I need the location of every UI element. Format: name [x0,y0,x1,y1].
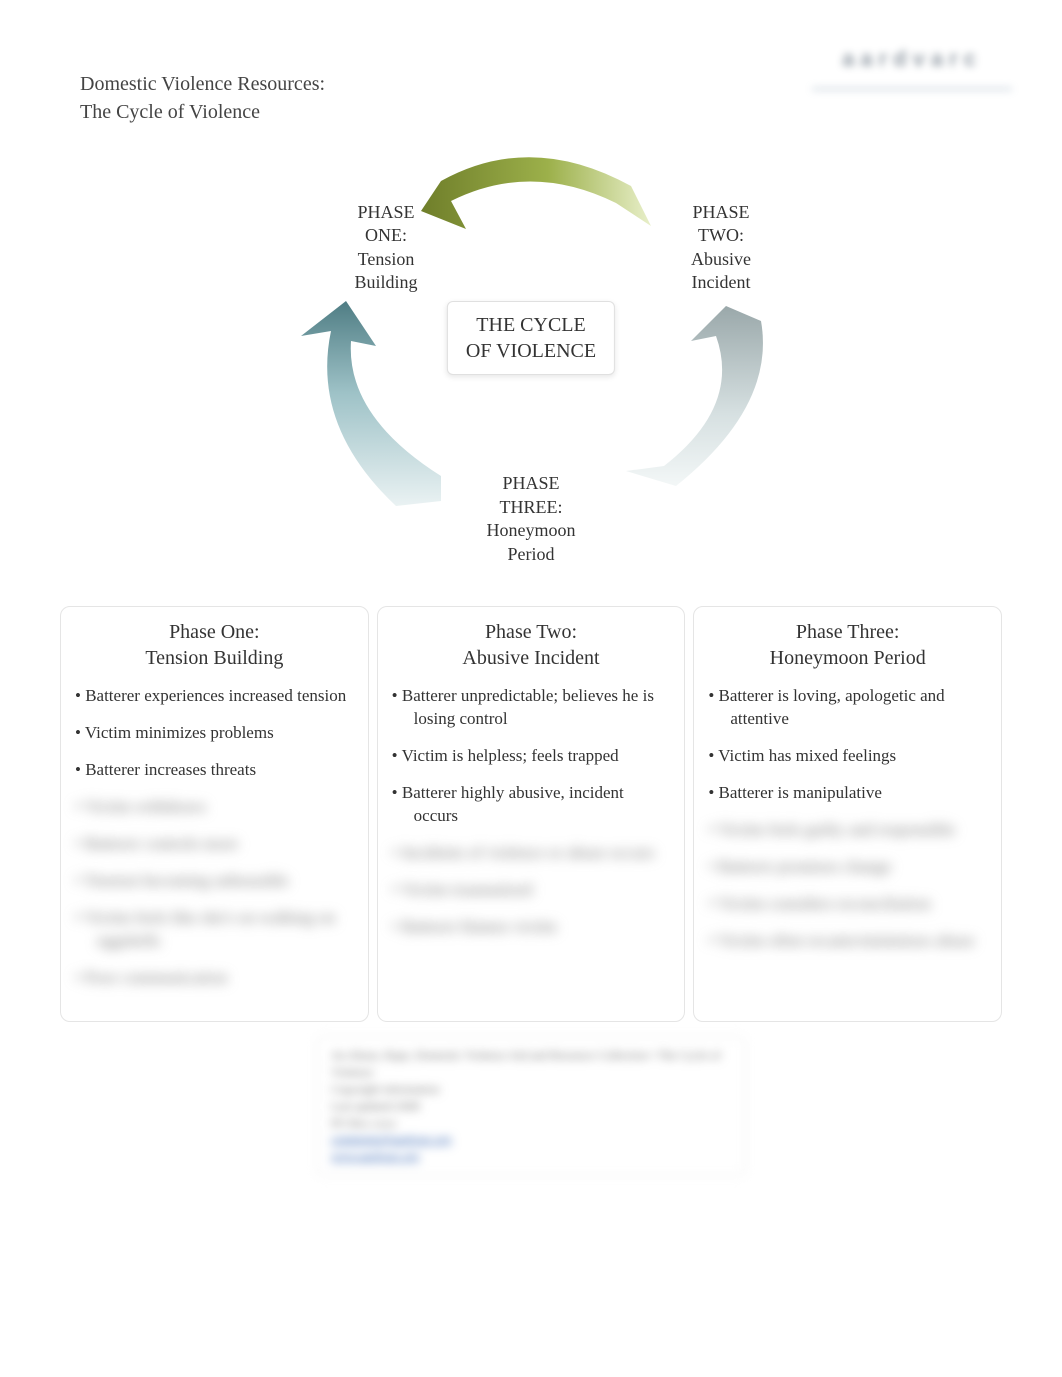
column-title: Phase Three: Honeymoon Period [708,619,987,671]
logo: aardvarc [812,30,1012,90]
cycle-center-title: THE CYCLE OF VIOLENCE [447,301,615,375]
phase-columns: Phase One: Tension Building Batterer exp… [50,606,1012,1022]
page-title: Domestic Violence Resources: The Cycle o… [50,30,325,126]
phase-three-label: PHASE THREE: Honeymoon Period [471,472,591,566]
title-line-2: The Cycle of Violence [80,98,325,126]
list-item: Batterer highly abusive, incident occurs [392,782,671,828]
column-title: Phase Two: Abusive Incident [392,619,671,671]
footer-line: PO Box xxxx [331,1115,731,1132]
column-title: Phase One: Tension Building [75,619,354,671]
list-item: Victim traumatized [392,879,671,902]
footer-attribution: An Abuse, Rape, Domestic Violence Aid an… [316,1036,746,1176]
column-phase-one: Phase One: Tension Building Batterer exp… [60,606,369,1022]
list-item: Tension becoming unbearable [75,870,354,893]
list-item: Victim has mixed feelings [708,745,987,768]
list-item: Poor communication [75,967,354,990]
list-item: Victim often recants/minimizes abuse [708,930,987,953]
cycle-diagram: PHASE ONE: Tension Building PHASE TWO: A… [181,146,881,586]
list-item: Batterer controls more [75,833,354,856]
list-item: Batterer increases threats [75,759,354,782]
list-item: Victim minimizes problems [75,722,354,745]
list-item: Batterer experiences increased tension [75,685,354,708]
list-item: Batterer is loving, apologetic and atten… [708,685,987,731]
footer-line: Last updated 2008 [331,1098,731,1115]
footer-email: comments@aardvarc.org [331,1131,731,1148]
title-line-1: Domestic Violence Resources: [80,70,325,98]
footer-line: An Abuse, Rape, Domestic Violence Aid an… [331,1047,731,1081]
list-item: Victim considers reconciliation [708,893,987,916]
column-phase-three: Phase Three: Honeymoon Period Batterer i… [693,606,1002,1022]
arrow-phase2-to-phase3 [606,296,786,506]
footer-line: Copyright information [331,1081,731,1098]
footer-url: www.aardvarc.org [331,1148,731,1165]
list-item: Batterer unpredictable; believes he is l… [392,685,671,731]
list-item: Victim is helpless; feels trapped [392,745,671,768]
phase-two-label: PHASE TWO: Abusive Incident [661,201,781,295]
phase-one-label: PHASE ONE: Tension Building [326,201,446,295]
list-item: Victim feels guilty and responsible [708,819,987,842]
list-item: Batterer promises change [708,856,987,879]
list-item: Incidents of violence or abuse occurs [392,842,671,865]
list-item: Batterer is manipulative [708,782,987,805]
list-item: Victim withdraws [75,796,354,819]
column-phase-two: Phase Two: Abusive Incident Batterer unp… [377,606,686,1022]
list-item: Victim feels like she's on walking on eg… [75,907,354,953]
list-item: Batterer blames victim [392,916,671,939]
